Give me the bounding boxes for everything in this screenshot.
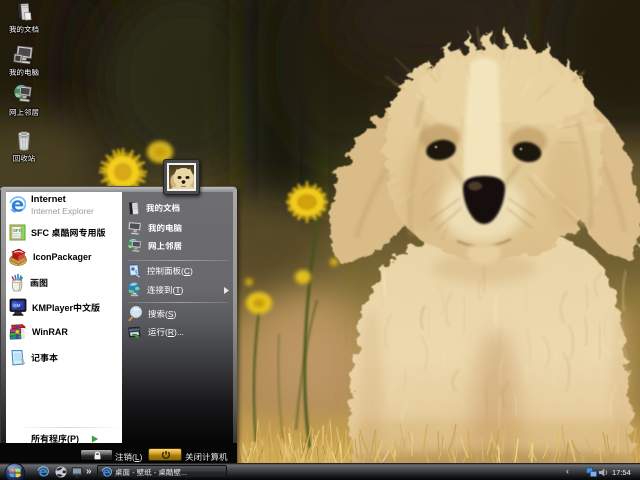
svg-text:SFC: SFC bbox=[13, 228, 23, 233]
svg-text:KM: KM bbox=[13, 303, 20, 308]
